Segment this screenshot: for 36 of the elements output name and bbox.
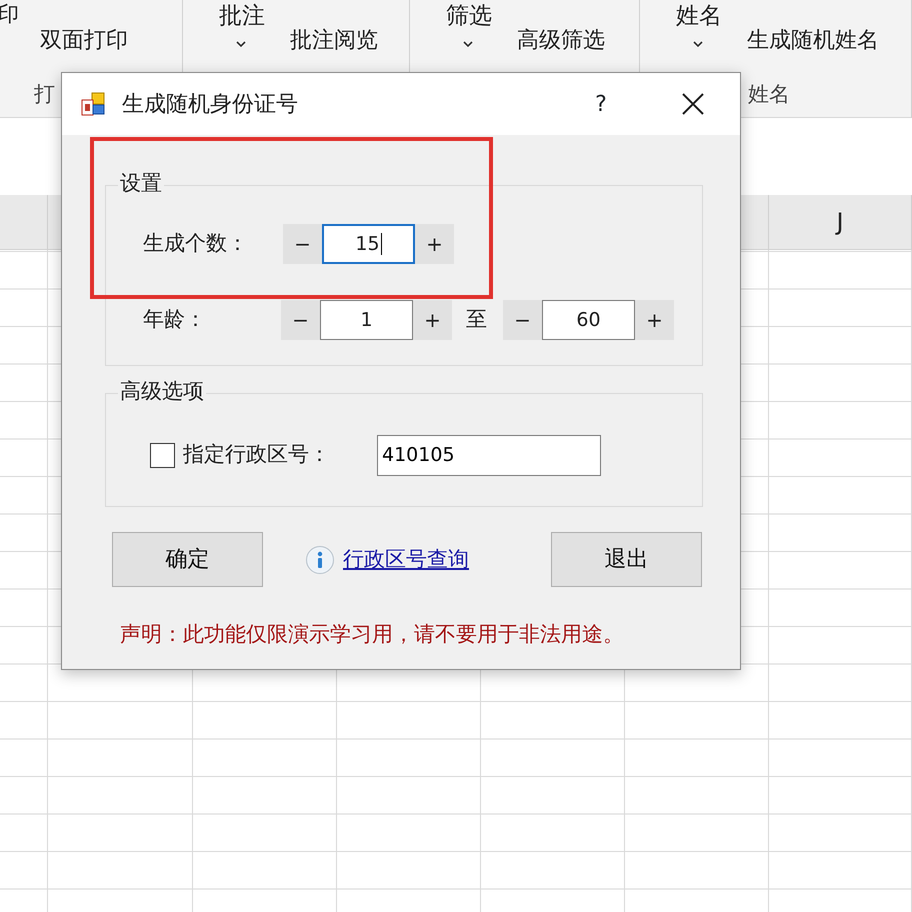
caret-icon[interactable] — [462, 40, 474, 48]
exit-button[interactable]: 退出 — [551, 532, 702, 587]
checkbox[interactable] — [150, 442, 175, 468]
caret-icon[interactable] — [692, 40, 704, 48]
input-field[interactable]: 410105 — [377, 434, 601, 476]
increment-button[interactable]: + — [635, 300, 674, 340]
window-title: 生成随机身份证号 — [122, 90, 298, 118]
group-label: 姓名 — [748, 84, 790, 105]
caret-icon[interactable] — [235, 40, 247, 48]
decrement-button[interactable]: − — [281, 300, 320, 340]
decrement-button[interactable]: − — [283, 224, 322, 264]
field-label: 生成个数： — [143, 230, 249, 258]
field-label: 年龄： — [143, 306, 207, 334]
number-field[interactable]: 1 — [320, 300, 413, 340]
ok-button[interactable]: 确定 — [112, 532, 263, 587]
info-icon — [305, 544, 335, 574]
column-header[interactable]: J — [769, 195, 912, 249]
increment-button[interactable]: + — [415, 224, 454, 264]
app-icon — [80, 91, 106, 117]
ribbon-item[interactable]: 批注阅览 — [290, 30, 378, 52]
ribbon-item[interactable]: 高级筛选 — [517, 30, 605, 52]
number-field[interactable]: 15 — [322, 224, 415, 264]
disclaimer-text: 声明：此功能仅限演示学习用，请不要用于非法用途。 — [120, 621, 625, 648]
link[interactable]: 行政区号查询 — [343, 544, 469, 576]
ribbon-item[interactable]: 生成随机姓名 — [747, 30, 879, 52]
ribbon-button[interactable]: 筛选 — [446, 5, 492, 28]
ribbon-button[interactable]: 姓名 — [676, 5, 722, 28]
ribbon-button[interactable]: 批注 — [219, 5, 265, 28]
increment-button[interactable]: + — [413, 300, 452, 340]
number-field[interactable]: 60 — [542, 300, 635, 340]
help-button[interactable]: ? — [586, 88, 616, 120]
decrement-button[interactable]: − — [503, 300, 542, 340]
ribbon-item[interactable]: 双面打印 — [40, 30, 128, 52]
checkbox-label: 指定行政区号： — [183, 441, 331, 468]
group-label: 打 — [34, 84, 55, 105]
range-label: 至 — [466, 306, 487, 334]
